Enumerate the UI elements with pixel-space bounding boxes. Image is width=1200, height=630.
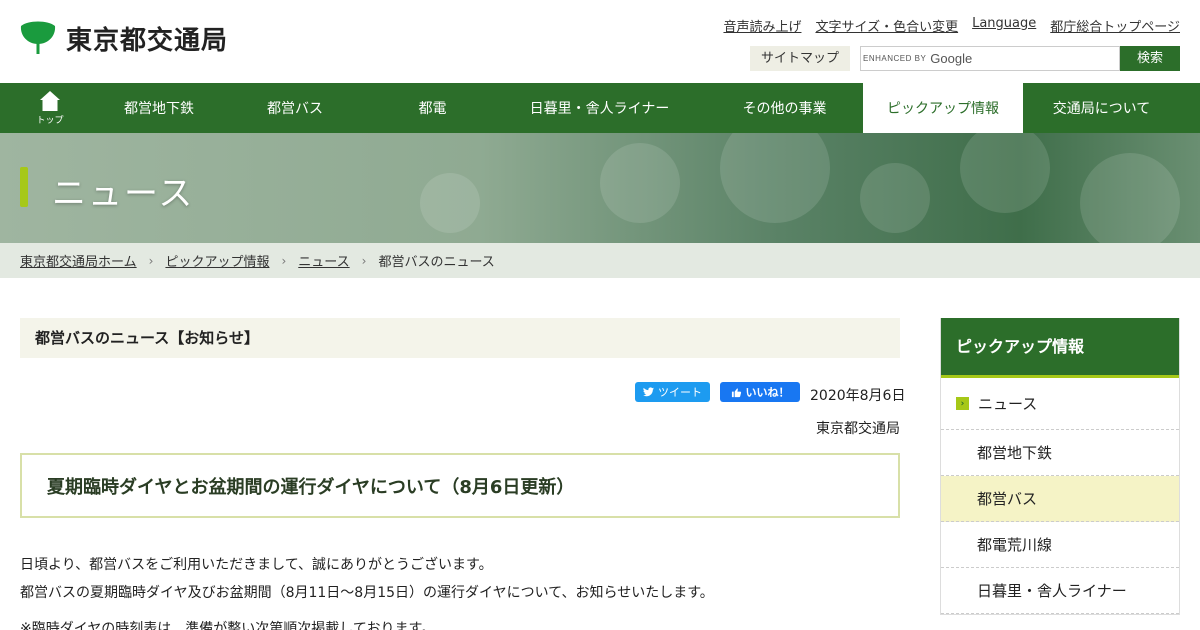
social-share: ツイート いいね！: [635, 382, 800, 402]
arrow-right-icon: ›: [956, 397, 969, 410]
hero-bokeh: [860, 163, 930, 233]
tweet-button[interactable]: ツイート: [635, 382, 710, 402]
article-paragraph: 都営バスの夏期臨時ダイヤ及びお盆期間（8月11日～8月15日）の運行ダイヤについ…: [20, 585, 714, 601]
site-header: 東京都交通局 音声読み上げ 文字サイズ・色合い変更 Language 都庁総合ト…: [0, 0, 1200, 83]
hero-bokeh: [960, 133, 1050, 213]
chevron-right-icon: ›: [281, 253, 287, 268]
nav-home-label: トップ: [36, 116, 64, 126]
sidebar-title: ピックアップ情報: [941, 318, 1179, 378]
util-link-language[interactable]: Language: [972, 16, 1036, 35]
page-hero-banner: ニュース: [0, 133, 1200, 243]
sidebar-item-label: 日暮里・舎人ライナー: [977, 582, 1127, 600]
section-heading: 都営バスのニュース【お知らせ】: [20, 318, 900, 358]
nav-item-subway[interactable]: 都営地下鉄: [100, 83, 218, 133]
hero-bokeh: [600, 143, 680, 223]
breadcrumb-current: 都営バスのニュース: [378, 255, 495, 270]
like-label: いいね！: [745, 386, 790, 399]
nav-item-bus[interactable]: 都営バス: [218, 83, 372, 133]
breadcrumb-link-pickup[interactable]: ピックアップ情報: [165, 251, 269, 270]
nav-item-toden[interactable]: 都電: [372, 83, 493, 133]
home-icon: [40, 91, 60, 111]
sidebar-item-subway[interactable]: 都営地下鉄: [941, 430, 1179, 476]
util-link-read-aloud[interactable]: 音声読み上げ: [723, 16, 801, 35]
chevron-right-icon: ›: [148, 253, 154, 268]
sitemap-button[interactable]: サイトマップ: [750, 46, 850, 71]
article-paragraph: 日頃より、都営バスをご利用いただきまして、誠にありがとうございます。: [20, 557, 493, 573]
search-button[interactable]: 検索: [1120, 46, 1180, 71]
like-button[interactable]: いいね！: [720, 382, 800, 402]
sidebar-item-bus[interactable]: 都営バス: [941, 476, 1179, 522]
article-paragraph: ※臨時ダイヤの時刻表は、準備が整い次第順次掲載しております。: [20, 621, 436, 630]
nav-home[interactable]: トップ: [0, 83, 100, 133]
publish-date: 2020年8月6日: [810, 388, 906, 404]
global-nav: トップ 都営地下鉄 都営バス 都電 日暮里・舎人ライナー その他の事業 ピックア…: [0, 83, 1200, 133]
breadcrumb-link-home[interactable]: 東京都交通局ホーム: [20, 251, 137, 270]
hero-bokeh: [1080, 153, 1180, 243]
util-link-text-size[interactable]: 文字サイズ・色合い変更: [815, 16, 958, 35]
search-enhanced-by-label: ENHANCED BY: [863, 54, 927, 63]
breadcrumb-link-news[interactable]: ニュース: [298, 251, 349, 270]
chevron-right-icon: ›: [361, 253, 367, 268]
page-title: ニュース: [52, 174, 195, 214]
sidebar-item-arakawa-line[interactable]: 都電荒川線: [941, 522, 1179, 568]
sidebar-item-label: ニュース: [978, 395, 1038, 413]
nav-item-other-business[interactable]: その他の事業: [706, 83, 863, 133]
sidebar-item-label: 都営バス: [977, 490, 1038, 508]
sidebar: ピックアップ情報 › ニュース 都営地下鉄 都営バス 都電荒川線 日暮里・舎人ラ…: [940, 318, 1180, 615]
sidebar-item-nippori-toneri-liner[interactable]: 日暮里・舎人ライナー: [941, 568, 1179, 614]
utility-links: 音声読み上げ 文字サイズ・色合い変更 Language 都庁総合トップページ: [723, 16, 1180, 35]
search-google-label: Google: [930, 51, 973, 66]
nav-item-nippori-toneri-liner[interactable]: 日暮里・舎人ライナー: [493, 83, 706, 133]
search-input[interactable]: ENHANCED BY Google: [860, 46, 1120, 71]
thumbs-up-icon: [731, 387, 741, 397]
hero-bokeh: [720, 133, 830, 223]
sidebar-item-label: 都営地下鉄: [977, 444, 1053, 462]
sidebar-item-news[interactable]: › ニュース: [941, 378, 1179, 430]
sidebar-item-label: 都電荒川線: [977, 536, 1053, 554]
hero-bokeh: [420, 173, 480, 233]
hero-accent-bar: [20, 167, 28, 207]
ginkgo-leaf-icon: [20, 21, 56, 56]
article-title-text: 夏期臨時ダイヤとお盆期間の運行ダイヤについて（8月6日更新）: [47, 476, 575, 498]
tweet-label: ツイート: [658, 386, 702, 399]
logo-text: 東京都交通局: [66, 26, 229, 56]
util-link-metro-gov[interactable]: 都庁総合トップページ: [1050, 16, 1180, 35]
article-body: 日頃より、都営バスをご利用いただきまして、誠にありがとうございます。 都営バスの…: [20, 551, 900, 630]
breadcrumb: 東京都交通局ホーム › ピックアップ情報 › ニュース › 都営バスのニュース: [0, 243, 1200, 278]
nav-item-pickup[interactable]: ピックアップ情報: [863, 83, 1023, 133]
article-title: 夏期臨時ダイヤとお盆期間の運行ダイヤについて（8月6日更新）: [20, 453, 900, 518]
site-logo[interactable]: 東京都交通局: [20, 20, 228, 57]
nav-item-about[interactable]: 交通局について: [1023, 83, 1180, 133]
twitter-bird-icon: [643, 387, 654, 397]
article-author: 東京都交通局: [816, 421, 900, 437]
